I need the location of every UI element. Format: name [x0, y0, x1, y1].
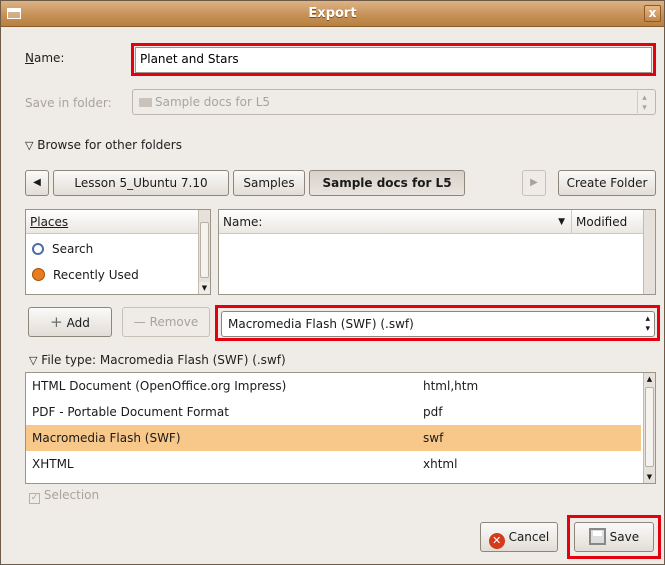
- scroll-down-arrow-icon[interactable]: ▼: [644, 471, 655, 483]
- name-column-label: Name:: [223, 215, 263, 229]
- scroll-thumb[interactable]: [200, 222, 209, 278]
- combo-arrows-icon: ▴ ▾: [645, 314, 650, 334]
- combo-arrows-icon: ▴ ▾: [637, 91, 651, 113]
- title-bar[interactable]: Export x: [1, 1, 664, 27]
- file-type-name: HTML Document (OpenOffice.org Impress): [32, 379, 287, 393]
- path-segment-sample-docs[interactable]: Sample docs for L5: [309, 170, 465, 196]
- recently-used-icon: [32, 268, 45, 281]
- file-filter-select[interactable]: Macromedia Flash (SWF) (.swf) ▴ ▾: [221, 311, 655, 337]
- expander-icon: ▽: [29, 354, 38, 367]
- export-dialog: Export x Name: Planet and Stars Save in …: [0, 0, 665, 565]
- name-input[interactable]: Planet and Stars: [135, 47, 652, 73]
- file-type-ext: xhtml: [423, 457, 458, 471]
- save-button[interactable]: Save: [574, 522, 654, 552]
- cancel-button[interactable]: ✕ Cancel: [480, 522, 558, 552]
- name-label: Name:: [25, 51, 65, 65]
- add-icon: +: [50, 313, 63, 331]
- remove-place-button[interactable]: — Remove: [122, 307, 210, 337]
- modified-column-header[interactable]: Modified: [571, 210, 643, 234]
- checkbox-checked-icon: ✓: [29, 493, 40, 504]
- cancel-icon: ✕: [488, 533, 505, 549]
- file-type-row-xhtml[interactable]: XHTML xhtml: [26, 451, 641, 477]
- file-type-list: HTML Document (OpenOffice.org Impress) h…: [25, 372, 656, 484]
- places-item-search[interactable]: Search: [32, 238, 192, 264]
- file-type-toggle[interactable]: ▽ File type: Macromedia Flash (SWF) (.sw…: [29, 353, 286, 367]
- cancel-label: Cancel: [508, 530, 550, 544]
- expander-icon: ▽: [25, 139, 34, 152]
- save-in-folder-value: Sample docs for L5: [155, 95, 271, 109]
- file-type-ext: pdf: [423, 405, 443, 419]
- path-segment-lesson[interactable]: Lesson 5_Ubuntu 7.10: [53, 170, 229, 196]
- selection-checkbox[interactable]: ✓ Selection: [29, 488, 99, 504]
- close-button[interactable]: x: [644, 5, 661, 22]
- search-icon: [32, 243, 44, 255]
- places-item-label: Recently Used: [53, 268, 139, 282]
- places-item-label: Search: [52, 242, 94, 256]
- file-type-ext: swf: [423, 431, 444, 445]
- places-panel: Places Search Recently Used ▼: [25, 209, 211, 295]
- folder-icon: [139, 98, 152, 107]
- remove-place-label: Remove: [149, 315, 199, 329]
- files-scrollbar[interactable]: [643, 210, 655, 294]
- files-panel: Name: ▼ Modified: [218, 209, 656, 295]
- path-scroll-left-button[interactable]: ◀: [25, 170, 49, 196]
- file-type-name: XHTML: [32, 457, 74, 471]
- create-folder-button[interactable]: Create Folder: [558, 170, 656, 196]
- places-scrollbar[interactable]: ▼: [198, 210, 210, 294]
- browse-toggle[interactable]: ▽ Browse for other folders: [25, 138, 182, 152]
- name-column-header[interactable]: Name: ▼: [219, 210, 571, 234]
- save-label: Save: [609, 530, 640, 544]
- browse-toggle-label: Browse for other folders: [37, 138, 182, 152]
- file-type-scrollbar[interactable]: ▲ ▼: [643, 373, 655, 483]
- floppy-label-area: [592, 531, 602, 536]
- add-place-button[interactable]: + Add: [28, 307, 112, 337]
- scroll-thumb[interactable]: [645, 387, 654, 467]
- remove-icon: —: [133, 315, 146, 329]
- path-scroll-right-button[interactable]: ▶: [522, 170, 546, 196]
- floppy-disk-icon: [588, 528, 606, 545]
- file-filter-value: Macromedia Flash (SWF) (.swf): [228, 317, 414, 331]
- sort-down-icon: ▼: [558, 217, 565, 227]
- file-type-label: File type: Macromedia Flash (SWF) (.swf): [41, 353, 286, 367]
- file-type-row-html[interactable]: HTML Document (OpenOffice.org Impress) h…: [26, 373, 641, 399]
- window-title: Export: [308, 6, 357, 21]
- places-header-label: Places: [30, 215, 69, 229]
- places-header[interactable]: Places: [26, 210, 198, 234]
- file-type-row-swf[interactable]: Macromedia Flash (SWF) swf: [26, 425, 641, 451]
- file-type-name: Macromedia Flash (SWF): [32, 431, 181, 445]
- path-segment-samples[interactable]: Samples: [233, 170, 305, 196]
- scroll-up-arrow-icon[interactable]: ▲: [644, 373, 655, 385]
- file-type-row-pdf[interactable]: PDF - Portable Document Format pdf: [26, 399, 641, 425]
- save-in-folder-label: Save in folder:: [25, 96, 112, 110]
- save-in-folder-combo[interactable]: Sample docs for L5 ▴ ▾: [132, 89, 656, 115]
- add-place-label: Add: [66, 316, 90, 330]
- places-item-recently-used[interactable]: Recently Used: [32, 264, 192, 290]
- name-label-rest: ame:: [33, 51, 65, 65]
- file-type-ext: html,htm: [423, 379, 479, 393]
- selection-label: Selection: [43, 488, 100, 502]
- scroll-down-arrow-icon[interactable]: ▼: [199, 282, 210, 294]
- file-type-name: PDF - Portable Document Format: [32, 405, 229, 419]
